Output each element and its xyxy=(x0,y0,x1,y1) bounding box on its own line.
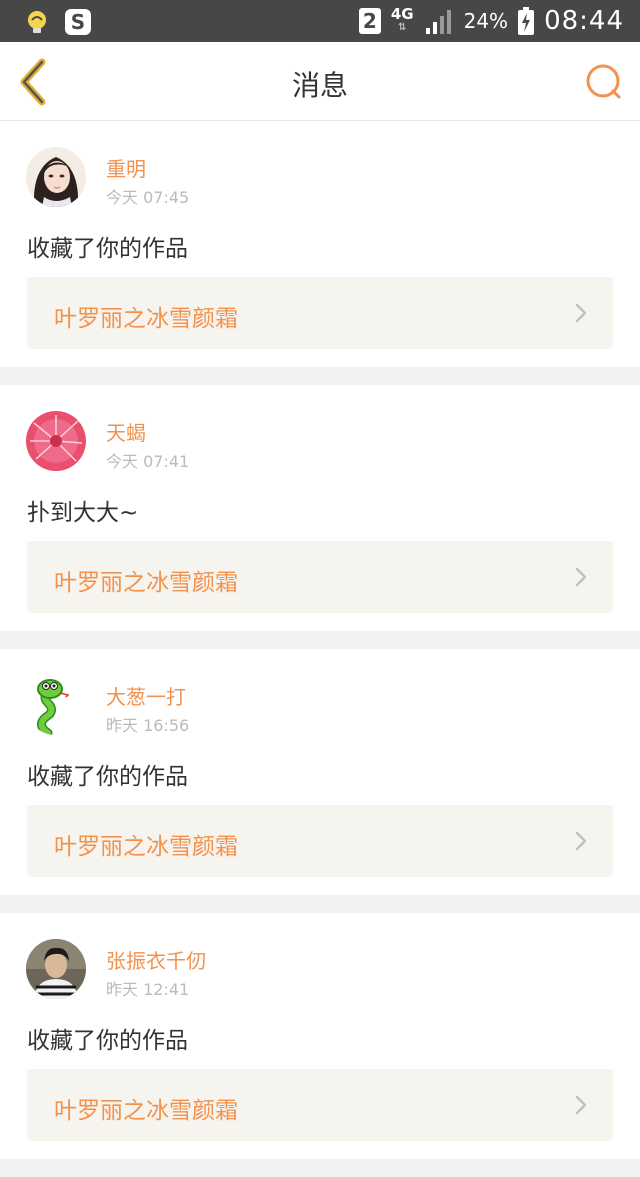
data-arrows-icon: ⇅ xyxy=(398,22,407,33)
status-bar: S 2 4G ⇅ 24% 08:44 xyxy=(0,0,640,42)
user-name[interactable]: 大葱一打 xyxy=(106,681,186,710)
message-time: 昨天 12:41 xyxy=(106,980,190,999)
pink-flower-avatar-icon xyxy=(26,411,86,471)
message-card: 大葱一打 昨天 16:56 收藏了你的作品 叶罗丽之冰雪颜霜 xyxy=(0,649,640,895)
message-time: 昨天 16:56 xyxy=(106,716,190,735)
work-title: 叶罗丽之冰雪颜霜 xyxy=(54,834,238,860)
chevron-right-icon xyxy=(575,303,587,323)
user-name[interactable]: 天蝎 xyxy=(106,417,146,446)
message-text: 收藏了你的作品 xyxy=(27,764,188,790)
message-list: 重明 今天 07:45 收藏了你的作品 叶罗丽之冰雪颜霜 天蝎 今天 07:41… xyxy=(0,121,640,1177)
message-text: 收藏了你的作品 xyxy=(27,236,188,262)
message-card: 重明 今天 07:45 收藏了你的作品 叶罗丽之冰雪颜霜 xyxy=(0,121,640,367)
user-name[interactable]: 重明 xyxy=(106,153,146,182)
work-link-button[interactable]: 叶罗丽之冰雪颜霜 xyxy=(27,277,613,349)
status-clock: 08:44 xyxy=(544,6,624,36)
chevron-right-icon xyxy=(575,1095,587,1115)
s-app-icon: S xyxy=(65,9,91,35)
work-title: 叶罗丽之冰雪颜霜 xyxy=(54,1098,238,1124)
avatar[interactable] xyxy=(26,411,86,471)
message-text: 收藏了你的作品 xyxy=(27,1028,188,1054)
status-left-icons: S xyxy=(24,8,92,36)
message-card: 张振衣千仞 昨天 12:41 收藏了你的作品 叶罗丽之冰雪颜霜 xyxy=(0,913,640,1159)
user-name[interactable]: 张振衣千仞 xyxy=(106,945,206,974)
girl-portrait-avatar-icon xyxy=(26,147,86,207)
avatar[interactable] xyxy=(26,147,86,207)
avatar[interactable] xyxy=(26,939,86,999)
page-title: 消息 xyxy=(291,69,348,102)
message-text: 扑到大大~ xyxy=(27,500,139,526)
battery-percent: 24% xyxy=(463,9,509,33)
search-icon[interactable] xyxy=(584,62,624,102)
chevron-right-icon xyxy=(575,567,587,587)
work-link-button[interactable]: 叶罗丽之冰雪颜霜 xyxy=(27,805,613,877)
battery-charging-icon xyxy=(518,7,535,35)
network-type: 4G ⇅ xyxy=(391,7,414,35)
work-title: 叶罗丽之冰雪颜霜 xyxy=(54,306,238,332)
cartoon-snake-avatar-icon xyxy=(26,675,86,735)
work-title: 叶罗丽之冰雪颜霜 xyxy=(54,570,238,596)
status-right-icons: 2 4G ⇅ 24% 08:44 xyxy=(358,4,624,38)
sim-slot-badge: 2 xyxy=(358,8,381,34)
work-link-button[interactable]: 叶罗丽之冰雪颜霜 xyxy=(27,541,613,613)
chevron-right-icon xyxy=(575,831,587,851)
message-time: 今天 07:41 xyxy=(106,452,190,471)
app-bulb-icon xyxy=(28,11,46,33)
message-card: 天蝎 今天 07:41 扑到大大~ 叶罗丽之冰雪颜霜 xyxy=(0,385,640,631)
signal-icon xyxy=(425,10,451,34)
boy-photo-avatar-icon xyxy=(26,939,86,999)
svg-text:S: S xyxy=(71,10,85,34)
avatar[interactable] xyxy=(26,675,86,735)
header-bar: 消息 xyxy=(0,42,640,121)
work-link-button[interactable]: 叶罗丽之冰雪颜霜 xyxy=(27,1069,613,1141)
message-time: 今天 07:45 xyxy=(106,188,190,207)
